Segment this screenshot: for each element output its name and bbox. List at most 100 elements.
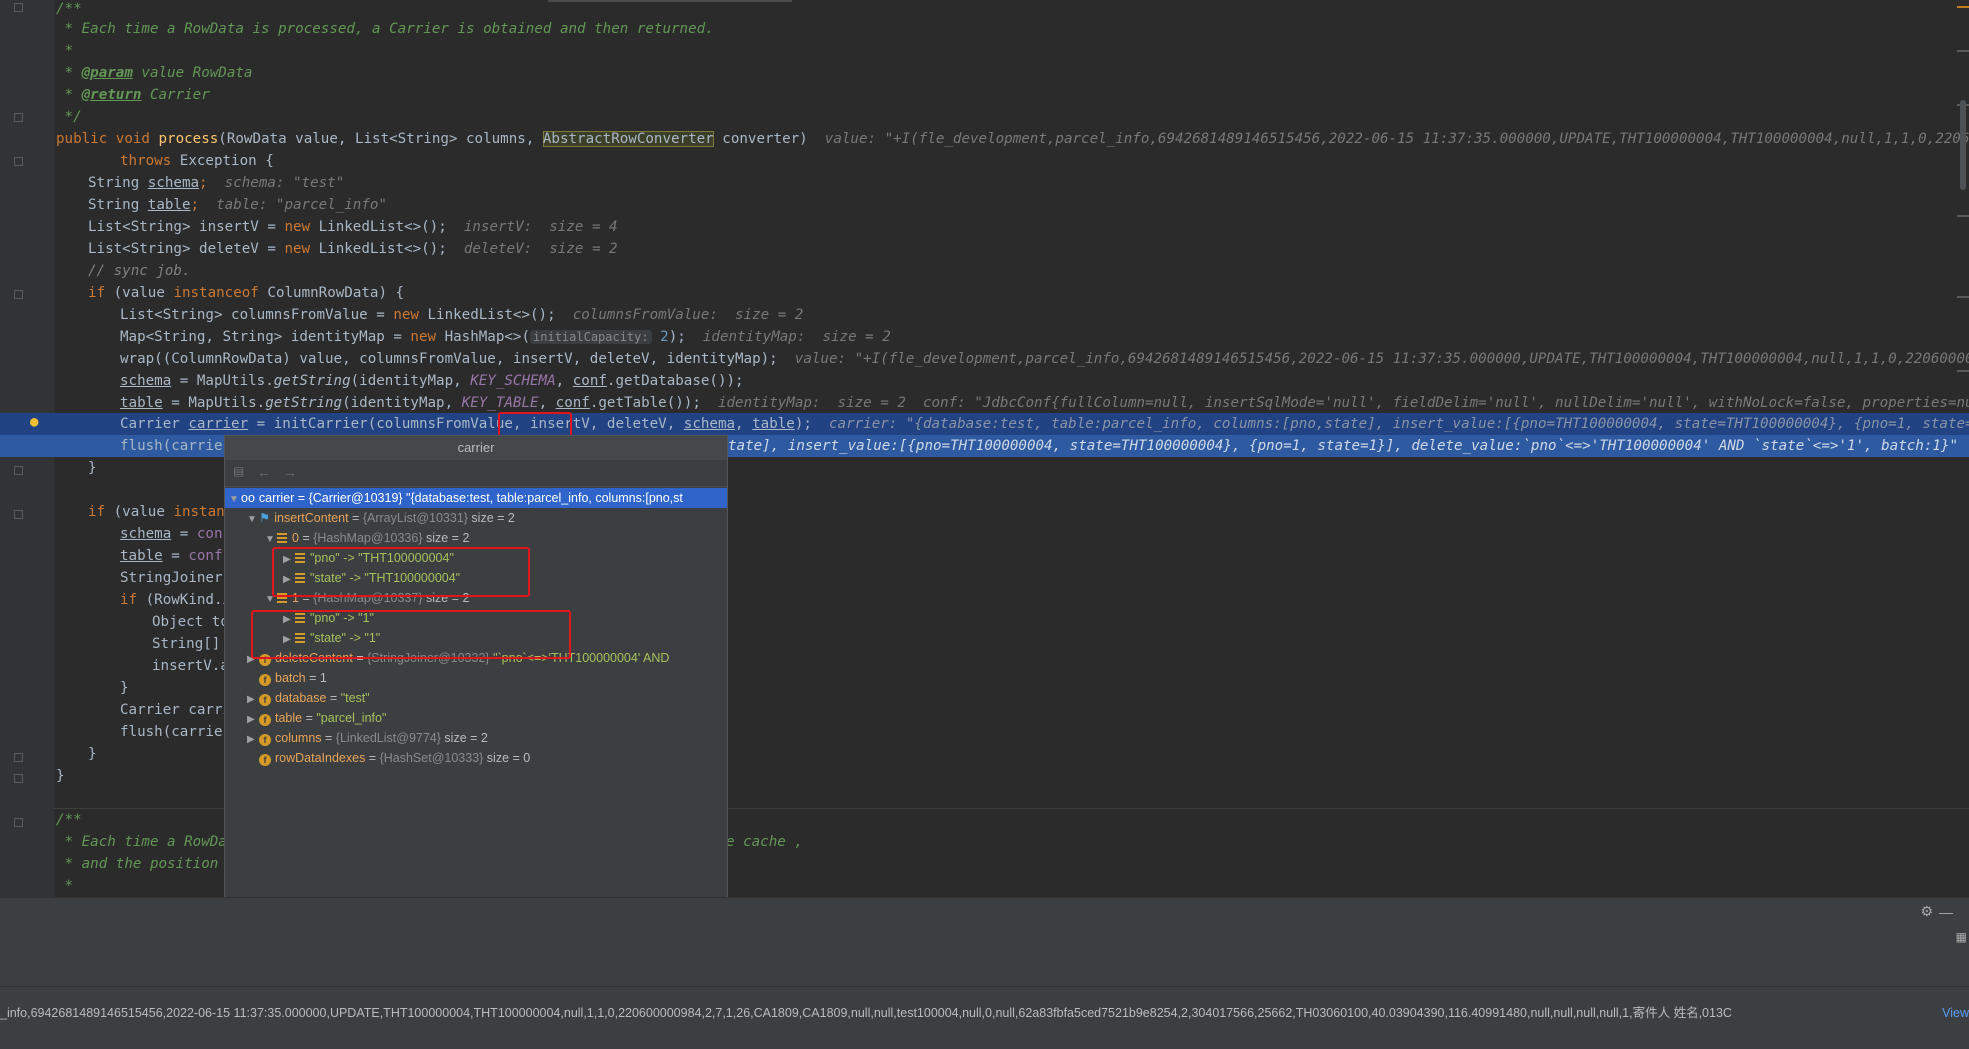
var-value: size = 0 (483, 751, 531, 765)
equals-sign: = (298, 531, 314, 545)
fold-marker[interactable] (14, 290, 23, 299)
var-class: {Carrier@10319} (308, 491, 403, 505)
equals-sign: = (348, 511, 363, 525)
gear-icon[interactable]: ⚙ (1920, 903, 1933, 920)
code-line: table = MapUtils.getString(identityMap, … (120, 395, 1969, 411)
fold-marker[interactable] (14, 466, 23, 475)
code-line: } (88, 746, 97, 762)
debug-console-panel: — ⚙ ▦ _info,6942681489146515456,2022-06-… (0, 897, 1969, 1049)
code-line: * Each time a RowDat (56, 834, 236, 850)
fold-marker[interactable] (14, 774, 23, 783)
debug-inline-value: tate], insert_value:[{pno=THT100000004, … (728, 438, 1958, 454)
field-icon: f (259, 754, 271, 766)
code-line: * (56, 43, 74, 59)
fold-marker[interactable] (14, 818, 23, 827)
var-name: database (275, 691, 327, 705)
layout-icon[interactable]: ▦ (1956, 930, 1967, 944)
var-value: "{database:test, table:parcel_info, colu… (402, 491, 683, 505)
var-name: insertContent (274, 511, 349, 525)
code-line: table = conf. (120, 548, 232, 564)
var-value: size = 2 (422, 531, 470, 545)
var-value: "parcel_info" (316, 711, 387, 725)
fold-marker[interactable] (14, 510, 23, 519)
tree-row[interactable]: ▶ f database = "test" (225, 688, 727, 708)
var-name: table (275, 711, 303, 725)
scrollbar-mark (1957, 296, 1969, 298)
var-name: 0 (292, 531, 299, 545)
code-line: if (RowKind.I (120, 592, 231, 608)
equals-sign: = (305, 671, 320, 685)
view-link[interactable]: View (1938, 1003, 1969, 1023)
scroll-indicator (548, 0, 792, 2)
code-line: * and the position o (56, 856, 236, 872)
var-value: size = 2 (440, 731, 488, 745)
expand-right-icon[interactable]: ▶ (247, 710, 259, 730)
console-divider (0, 986, 1969, 987)
code-line: * @param value RowData (56, 65, 253, 81)
scrollbar-mark (1957, 215, 1969, 217)
code-line: String table; table: "parcel_info" (88, 197, 387, 213)
tree-row[interactable]: ▶ f table = "parcel_info" (225, 708, 727, 728)
var-name: carrier (258, 491, 295, 505)
tree-row[interactable]: ▶ f columns = {LinkedList@9774} size = 2 (225, 728, 727, 748)
fold-marker[interactable] (14, 753, 23, 762)
var-name: columns (275, 731, 322, 745)
var-class: {ArrayList@10331} (362, 511, 468, 525)
code-line: schema = conf (120, 526, 232, 542)
tree-row[interactable]: f batch = 1 (225, 668, 727, 688)
scrollbar-mark (1957, 370, 1969, 372)
fold-marker[interactable] (14, 113, 23, 122)
equals-sign: = (302, 711, 317, 725)
field-icon: f (259, 694, 271, 706)
scrollbar-mark (1957, 6, 1969, 8)
code-line: if (value instanc (88, 504, 234, 520)
code-line: Carrier carrier = initCarrier(columnsFro… (120, 416, 1969, 432)
code-line: * Each time a RowData is processed, a Ca… (56, 21, 714, 37)
code-line: * @return Carrier (56, 87, 210, 103)
tree-root-row[interactable]: ▼ oo carrier = {Carrier@10319} "{database:… (225, 488, 727, 508)
lightbulb-icon[interactable]: ● (30, 414, 44, 430)
scrollbar-mark (1957, 50, 1969, 52)
highlight-box-hashmap-0 (272, 547, 530, 597)
code-line: List<String> deleteV = new LinkedList<>(… (88, 241, 618, 257)
expand-down-icon[interactable]: ▼ (247, 510, 259, 530)
forward-arrow-icon[interactable]: → (283, 464, 297, 480)
code-line: List<String> insertV = new LinkedList<>(… (88, 219, 618, 235)
equals-sign: = (326, 691, 341, 705)
back-arrow-icon[interactable]: ← (257, 464, 271, 480)
field-icon: f (259, 714, 271, 726)
var-value: 1 (319, 671, 327, 685)
expand-right-icon[interactable]: ▶ (247, 730, 259, 750)
code-line: */ (56, 109, 82, 125)
equals-sign: = (365, 751, 380, 765)
code-line: String schema; schema: "test" (88, 175, 345, 191)
expand-down-icon[interactable]: ▼ (229, 490, 241, 510)
code-line: wrap((ColumnRowData) value, columnsFromV… (120, 351, 1969, 367)
minimize-icon[interactable]: — (1939, 904, 1953, 920)
console-output: _info,6942681489146515456,2022-06-15 11:… (0, 1006, 1732, 1020)
debug-evaluate-popup[interactable]: carrier ▤ ← → ▼ oo carrier = {Carrier@1031… (224, 435, 728, 902)
tree-row[interactable]: f rowDataIndexes = {HashSet@10333} size =… (225, 748, 727, 768)
code-line: throws Exception { (120, 153, 274, 169)
popup-title: carrier (225, 436, 727, 460)
var-class: {HashMap@10336} (313, 531, 423, 545)
code-line: flush(carrier (120, 438, 232, 454)
equals-sign: = (321, 731, 336, 745)
fold-marker[interactable] (14, 157, 23, 166)
var-name: batch (275, 671, 306, 685)
code-line: if (value instanceof ColumnRowData) { (88, 285, 405, 301)
code-line: e cache , (726, 834, 803, 850)
tree-row[interactable]: ▼ ⚑ insertContent = {ArrayList@10331} size… (225, 508, 727, 528)
var-value: size = 2 (467, 511, 515, 525)
pin-icon[interactable]: ▤ (233, 464, 244, 478)
popup-toolbar: ▤ ← → (225, 460, 727, 487)
code-line: String[] (152, 636, 221, 652)
editor-scrollbar[interactable] (1960, 100, 1966, 190)
fold-marker[interactable] (14, 3, 23, 12)
tree-row[interactable]: ▼ 0 = {HashMap@10336} size = 2 (225, 528, 727, 548)
code-line: StringJoiner (120, 570, 223, 586)
expand-right-icon[interactable]: ▶ (247, 690, 259, 710)
code-line: Map<String, String> identityMap = new Ha… (120, 329, 891, 345)
code-line: List<String> columnsFromValue = new Link… (120, 307, 804, 323)
code-line: } (88, 460, 97, 476)
